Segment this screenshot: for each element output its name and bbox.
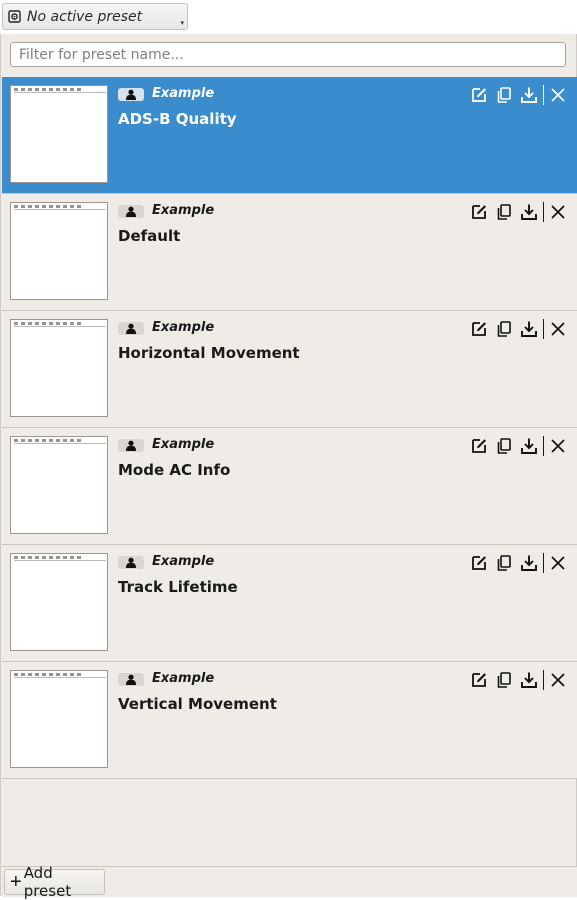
close-icon[interactable] bbox=[548, 202, 568, 222]
active-preset-combo[interactable]: No active preset ▾ bbox=[2, 3, 188, 30]
gear-icon bbox=[7, 10, 21, 24]
top-bar: No active preset ▾ bbox=[0, 0, 577, 34]
close-icon[interactable] bbox=[548, 553, 568, 573]
user-icon bbox=[118, 439, 144, 452]
action-separator bbox=[543, 85, 544, 105]
preset-filter-input[interactable] bbox=[10, 42, 566, 67]
preset-row[interactable]: Example Vertical Movement bbox=[2, 662, 577, 779]
action-separator bbox=[543, 436, 544, 456]
plus-icon: + bbox=[10, 871, 22, 893]
action-separator bbox=[543, 670, 544, 690]
user-icon bbox=[118, 88, 144, 101]
preset-tag: Example bbox=[152, 320, 215, 335]
user-icon bbox=[118, 556, 144, 569]
user-icon bbox=[118, 205, 144, 218]
download-icon[interactable] bbox=[519, 202, 539, 222]
edit-icon[interactable] bbox=[469, 670, 489, 690]
preset-thumbnail bbox=[10, 202, 108, 300]
preset-row[interactable]: Example Track Lifetime bbox=[2, 545, 577, 662]
close-icon[interactable] bbox=[548, 319, 568, 339]
preset-name: Default bbox=[118, 227, 181, 245]
preset-tag: Example bbox=[152, 203, 215, 218]
preset-actions bbox=[469, 85, 573, 105]
copy-icon[interactable] bbox=[494, 85, 514, 105]
copy-icon[interactable] bbox=[494, 436, 514, 456]
close-icon[interactable] bbox=[548, 436, 568, 456]
download-icon[interactable] bbox=[519, 85, 539, 105]
user-icon bbox=[118, 322, 144, 335]
preset-tag: Example bbox=[152, 86, 215, 101]
action-separator bbox=[543, 553, 544, 573]
preset-name: Mode AC Info bbox=[118, 461, 231, 479]
preset-thumbnail bbox=[10, 436, 108, 534]
download-icon[interactable] bbox=[519, 436, 539, 456]
preset-tag: Example bbox=[152, 554, 215, 569]
edit-icon[interactable] bbox=[469, 202, 489, 222]
close-icon[interactable] bbox=[548, 670, 568, 690]
close-icon[interactable] bbox=[548, 85, 568, 105]
preset-tag: Example bbox=[152, 671, 215, 686]
preset-actions bbox=[469, 202, 573, 222]
edit-icon[interactable] bbox=[469, 85, 489, 105]
preset-actions bbox=[469, 670, 573, 690]
add-preset-label: Add preset bbox=[23, 864, 72, 900]
copy-icon[interactable] bbox=[494, 319, 514, 339]
edit-icon[interactable] bbox=[469, 319, 489, 339]
download-icon[interactable] bbox=[519, 553, 539, 573]
preset-actions bbox=[469, 553, 573, 573]
download-icon[interactable] bbox=[519, 670, 539, 690]
edit-icon[interactable] bbox=[469, 553, 489, 573]
action-separator bbox=[543, 319, 544, 339]
preset-list: Example ADS-B Quality Example Default Ex… bbox=[2, 77, 577, 779]
user-icon bbox=[118, 673, 144, 686]
preset-actions bbox=[469, 319, 573, 339]
preset-name: Vertical Movement bbox=[118, 695, 277, 713]
edit-icon[interactable] bbox=[469, 436, 489, 456]
copy-icon[interactable] bbox=[494, 202, 514, 222]
chevron-down-icon: ▾ bbox=[180, 20, 184, 27]
preset-popup-panel: Example ADS-B Quality bbox=[0, 34, 577, 900]
active-preset-label: No active preset bbox=[27, 8, 143, 25]
preset-row[interactable]: Example Default bbox=[2, 194, 577, 311]
preset-name: ADS-B Quality bbox=[118, 110, 237, 128]
preset-row[interactable]: Example Horizontal Movement bbox=[2, 311, 577, 428]
preset-tag: Example bbox=[152, 437, 215, 452]
preset-thumbnail bbox=[10, 85, 108, 183]
preset-thumbnail bbox=[10, 319, 108, 417]
action-separator bbox=[543, 202, 544, 222]
preset-name: Track Lifetime bbox=[118, 578, 238, 596]
preset-thumbnail bbox=[10, 670, 108, 768]
preset-name: Horizontal Movement bbox=[118, 344, 300, 362]
add-preset-button[interactable]: + Add preset bbox=[4, 864, 105, 900]
preset-row[interactable]: Example Mode AC Info bbox=[2, 428, 577, 545]
preset-actions bbox=[469, 436, 573, 456]
copy-icon[interactable] bbox=[494, 553, 514, 573]
preset-row[interactable]: Example ADS-B Quality bbox=[2, 77, 577, 194]
download-icon[interactable] bbox=[519, 319, 539, 339]
preset-thumbnail bbox=[10, 553, 108, 651]
bottom-bar: + Add preset bbox=[2, 864, 577, 900]
copy-icon[interactable] bbox=[494, 670, 514, 690]
